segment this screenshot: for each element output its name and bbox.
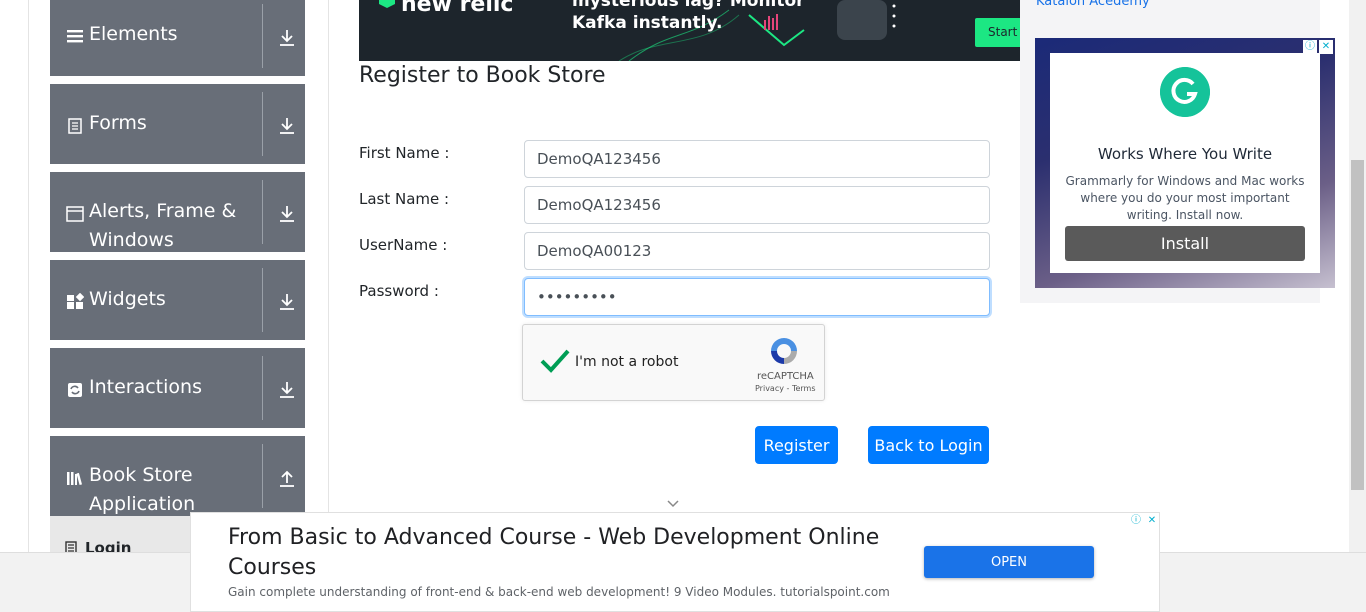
password-label: Password : (359, 282, 439, 300)
sidebar-group-elements[interactable]: Elements (50, 0, 305, 76)
interactions-icon (68, 383, 82, 397)
recaptcha-widget[interactable]: I'm not a robot reCAPTCHA Privacy - Term… (522, 324, 825, 401)
banner-text: mysterious lag? Monitor Kafka instantly. (572, 0, 805, 34)
ad-title: Works Where You Write (1097, 145, 1273, 163)
ad-card: Works Where You Write Grammarly for Wind… (1050, 53, 1320, 273)
download-arrow-icon[interactable] (278, 204, 296, 224)
recaptcha-logo-icon (771, 338, 797, 364)
window-icon (66, 206, 84, 222)
ad-close-icon[interactable]: ✕ (1319, 40, 1333, 54)
download-arrow-icon[interactable] (278, 28, 296, 48)
first-name-label: First Name : (359, 144, 450, 162)
sidebar-group-label: Forms (89, 112, 147, 134)
sidebar-group-widgets[interactable]: Widgets (50, 260, 305, 340)
download-arrow-icon[interactable] (278, 116, 296, 136)
first-name-input[interactable] (524, 140, 990, 178)
sidebar-divider (328, 0, 329, 560)
bottom-ad-title: From Basic to Advanced Course - Web Deve… (228, 525, 880, 580)
sidebar-group-label: Elements (89, 23, 178, 45)
banner-text-line1: mysterious lag? Monitor (572, 0, 805, 11)
recaptcha-links[interactable]: Privacy - Terms (755, 384, 816, 393)
banner-brand: new relic (401, 0, 514, 17)
sidebar-group-label: Interactions (89, 376, 202, 398)
page: { "sidebar": { "groups": [ {"label": "El… (0, 0, 1366, 612)
group-separator (262, 92, 263, 156)
upload-arrow-icon[interactable] (278, 468, 296, 488)
register-button[interactable]: Register (755, 426, 838, 464)
download-arrow-icon[interactable] (278, 380, 296, 400)
group-separator (262, 4, 263, 68)
username-input[interactable] (524, 232, 990, 270)
katalon-ad-link[interactable]: Katalon Acedemy (1036, 0, 1150, 9)
scrollbar-thumb[interactable] (1351, 160, 1364, 490)
books-icon (67, 472, 83, 486)
banner-start-button[interactable]: Start f (975, 18, 1020, 47)
banner-text-line2: Kafka instantly. (572, 13, 723, 33)
bottom-ad[interactable]: ⓘ ✕ From Basic to Advanced Course - Web … (190, 512, 1160, 612)
download-arrow-icon[interactable] (278, 292, 296, 312)
sidebar-group-book-store[interactable]: Book Store Application (50, 436, 305, 516)
recaptcha-label: I'm not a robot (575, 354, 679, 370)
group-separator (262, 268, 263, 332)
group-separator (262, 356, 263, 420)
open-button[interactable]: OPEN (924, 546, 1094, 578)
recaptcha-brand: reCAPTCHA (757, 371, 814, 382)
group-separator (262, 180, 263, 244)
page-border (28, 0, 29, 560)
document-icon (68, 118, 82, 134)
install-button[interactable]: Install (1065, 226, 1305, 261)
chevron-down-icon[interactable] (666, 499, 680, 509)
menu-icon (67, 30, 83, 43)
sidebar-group-alerts[interactable]: Alerts, Frame & Windows (50, 172, 305, 252)
sidebar-group-label: Widgets (89, 288, 166, 310)
page-title: Register to Book Store (359, 63, 606, 88)
ad-close-icon[interactable]: ✕ (1145, 514, 1159, 528)
sidebar-group-label: Book Store Application (89, 464, 196, 515)
group-separator (262, 444, 263, 508)
password-input[interactable] (524, 278, 990, 316)
ad-info-icon[interactable]: ⓘ (1303, 40, 1317, 54)
grammarly-ad[interactable]: ⓘ ✕ Works Where You Write Grammarly for … (1035, 38, 1335, 288)
new-relic-logo-icon (379, 0, 395, 8)
bottom-ad-subtitle: Gain complete understanding of front-end… (228, 585, 890, 599)
username-label: UserName : (359, 236, 448, 254)
sidebar-group-interactions[interactable]: Interactions (50, 348, 305, 428)
last-name-input[interactable] (524, 186, 990, 224)
back-to-login-button[interactable]: Back to Login (868, 426, 989, 464)
checkmark-icon[interactable] (539, 347, 571, 375)
sidebar-group-label: Alerts, Frame & Windows (89, 200, 237, 251)
grammarly-logo-icon (1160, 67, 1210, 117)
sidebar-group-forms[interactable]: Forms (50, 84, 305, 164)
last-name-label: Last Name : (359, 190, 450, 208)
top-banner-ad[interactable]: new relic mysterious lag? Monitor Kafka … (359, 0, 1020, 61)
ad-body: Grammarly for Windows and Mac works wher… (1065, 174, 1305, 222)
ad-info-icon[interactable]: ⓘ (1129, 514, 1143, 528)
widgets-icon (67, 293, 84, 309)
